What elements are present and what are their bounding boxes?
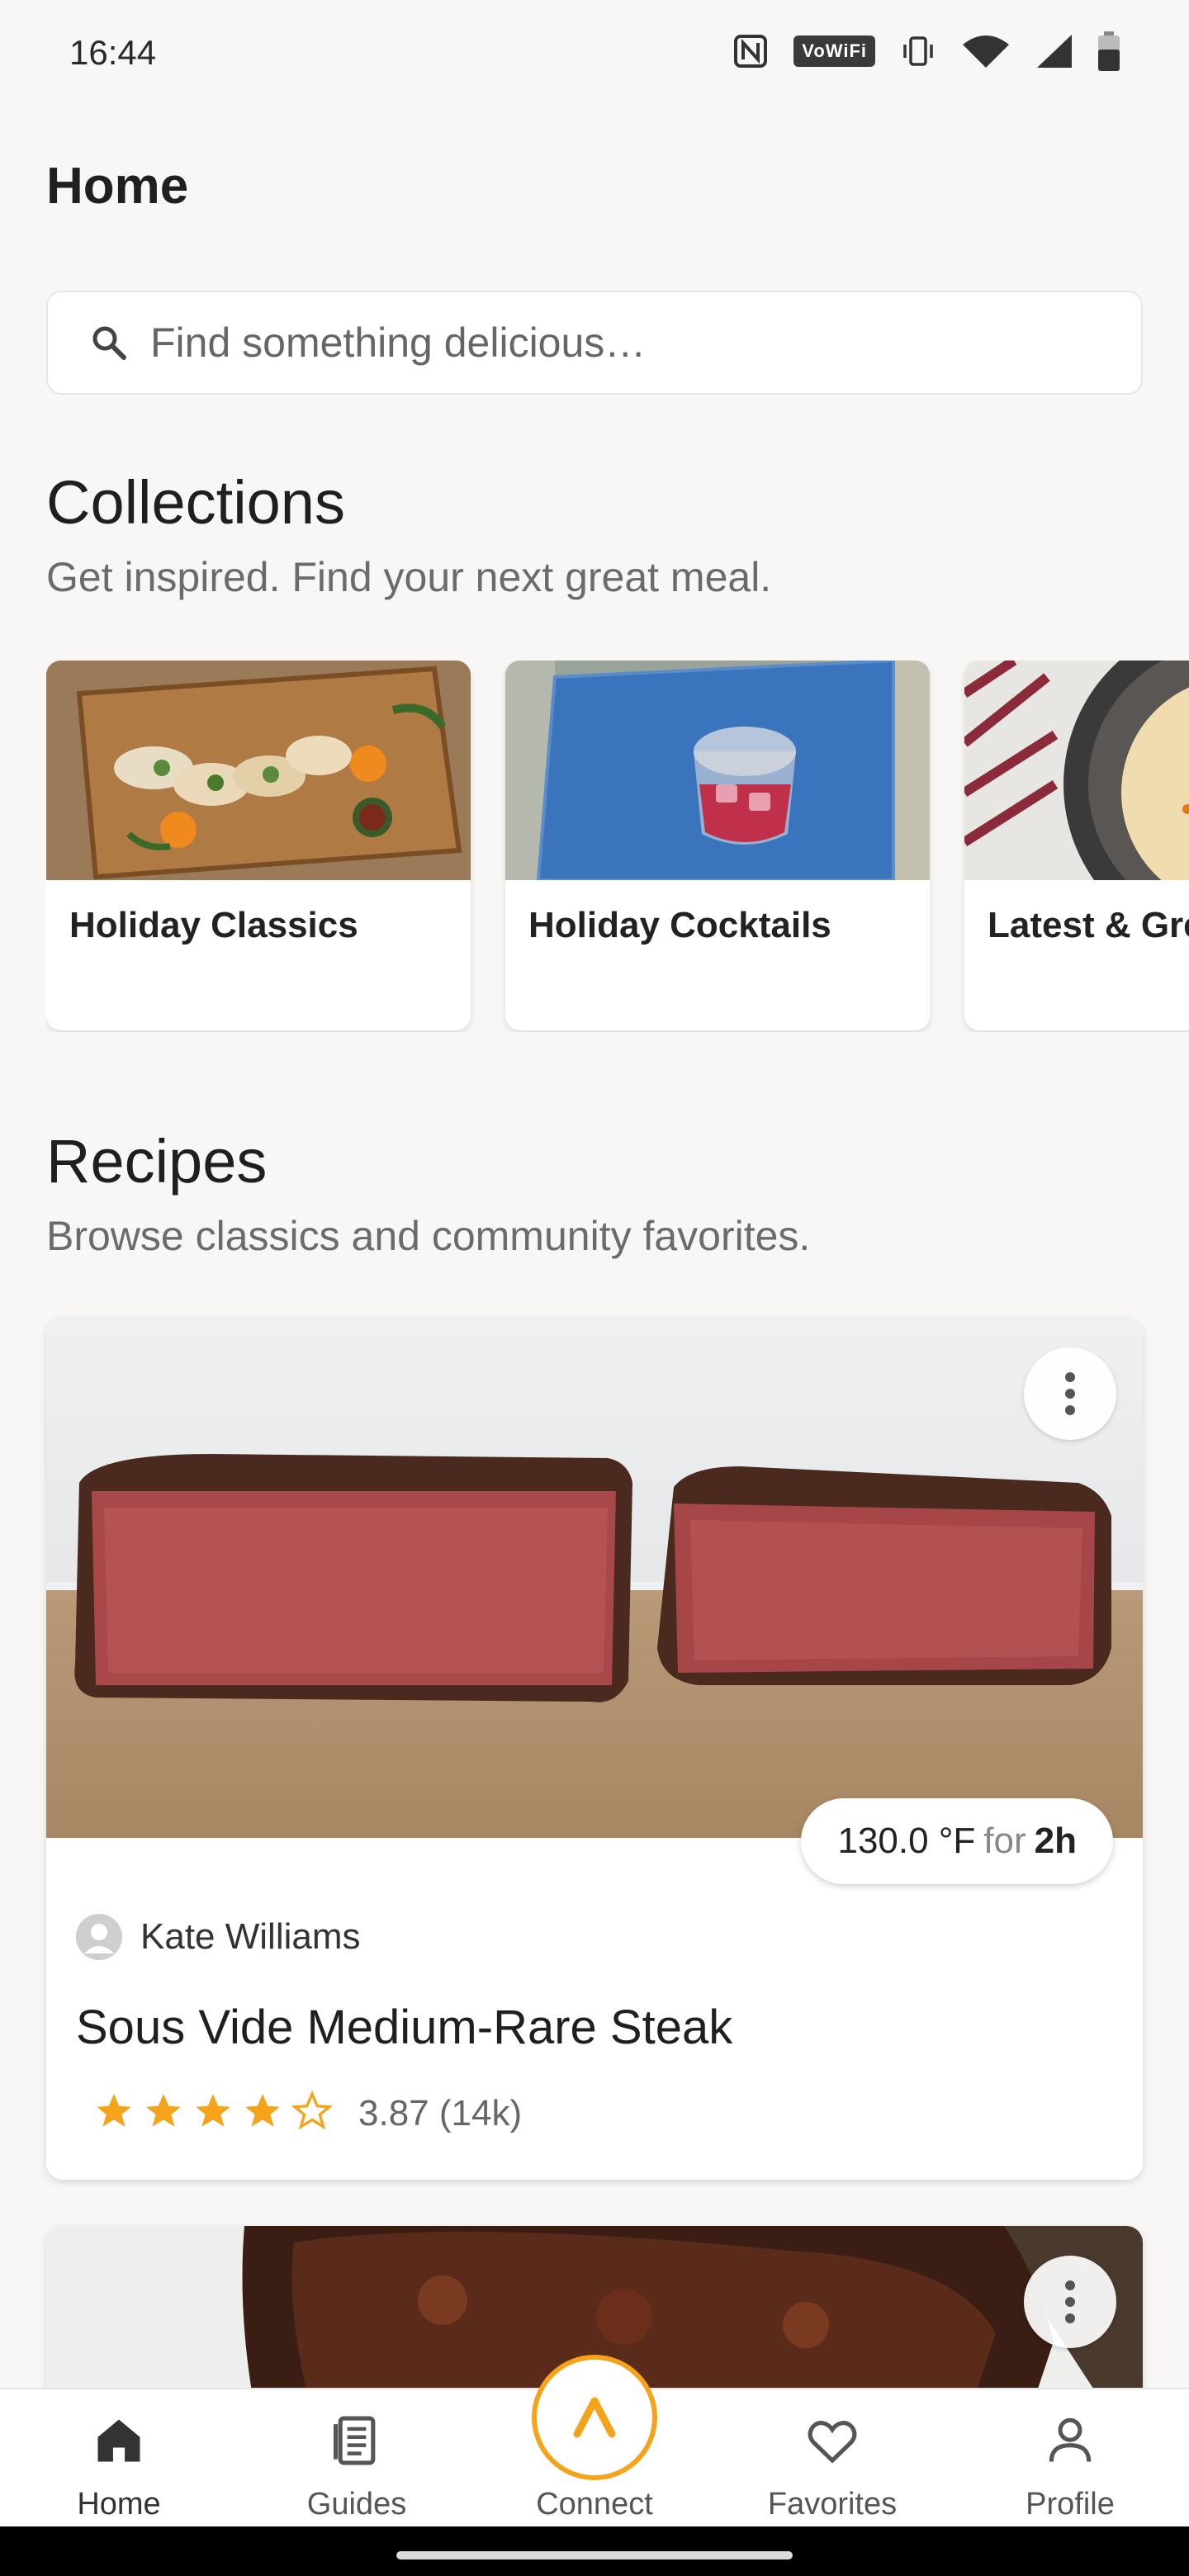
nav-label: Guides	[306, 2487, 407, 2522]
cook-temperature: 130.0 °F	[837, 1821, 976, 1861]
connect-button[interactable]	[532, 2355, 657, 2480]
cook-temp-time-badge: 130.0 °F for 2h	[801, 1798, 1113, 1884]
wifi-icon	[961, 33, 1011, 69]
status-icons: VoWiFi	[732, 31, 1120, 71]
search-bar[interactable]	[46, 291, 1143, 395]
star-icon	[241, 2091, 284, 2136]
more-vert-icon	[1065, 2280, 1075, 2323]
collection-label: Latest & Greatest	[988, 905, 1189, 945]
vowifi-badge: VoWiFi	[793, 36, 875, 67]
star-icon	[192, 2091, 234, 2136]
nav-guides[interactable]: Guides	[238, 2389, 476, 2528]
more-vert-icon	[1065, 1372, 1075, 1415]
more-options-button[interactable]	[1024, 2256, 1116, 2348]
star-icon	[142, 2091, 185, 2136]
recipe-card[interactable]: 130.0 °F for 2h Kate Williams Sous Vide …	[46, 1318, 1143, 2180]
recipe-author[interactable]: Kate Williams	[76, 1914, 361, 1960]
gesture-handle[interactable]	[396, 2551, 793, 2559]
collection-card-holiday-classics[interactable]: Holiday Classics	[46, 661, 471, 1030]
nav-profile[interactable]: Profile	[951, 2389, 1189, 2528]
collection-card-holiday-cocktails[interactable]: Holiday Cocktails	[505, 661, 930, 1030]
search-input[interactable]	[150, 319, 1100, 367]
recipe-title: Sous Vide Medium-Rare Steak	[76, 2001, 733, 2054]
avatar	[76, 1914, 122, 1960]
collection-label: Holiday Cocktails	[528, 905, 831, 945]
star-icon	[92, 2091, 135, 2136]
nav-label: Profile	[1026, 2487, 1115, 2522]
nav-label: Connect	[536, 2487, 653, 2522]
status-bar: 16:44 VoWiFi	[0, 0, 1189, 107]
collections-carousel[interactable]: Holiday Classics Holiday Cocktails Lates…	[46, 661, 1189, 1032]
more-options-button[interactable]	[1024, 1347, 1116, 1440]
nfc-icon	[732, 33, 769, 69]
collections-title: Collections	[46, 468, 345, 537]
collection-image	[46, 661, 471, 880]
recipe-image	[46, 1318, 1143, 1838]
connect-icon	[573, 2397, 616, 2438]
home-screen: 16:44 VoWiFi Home Find something delicio…	[0, 0, 1189, 2576]
cook-duration: 2h	[1034, 1821, 1077, 1861]
vibrate-icon	[900, 33, 936, 69]
collections-subtitle: Get inspired. Find your next great meal.	[46, 554, 772, 600]
nav-home[interactable]: Home	[0, 2389, 238, 2528]
guides-icon	[333, 2416, 376, 2465]
author-name: Kate Williams	[140, 1916, 361, 1957]
recipes-title: Recipes	[46, 1127, 268, 1196]
battery-icon	[1098, 31, 1120, 71]
collection-label: Holiday Classics	[69, 905, 358, 945]
collection-card-latest-greatest[interactable]: Latest & Greatest	[964, 661, 1189, 1030]
heart-icon	[808, 2421, 857, 2464]
nav-label: Favorites	[767, 2487, 898, 2522]
home-icon	[97, 2419, 140, 2462]
cook-for-label: for	[983, 1821, 1026, 1861]
collection-image	[964, 661, 1189, 880]
star-outline-icon	[291, 2090, 334, 2136]
nav-label: Home	[77, 2487, 161, 2522]
search-icon	[92, 326, 126, 360]
status-time: 16:44	[69, 33, 157, 72]
rating-text: 3.87 (14k)	[358, 2092, 523, 2133]
rating: 3.87 (14k)	[92, 2090, 523, 2136]
collection-image	[505, 661, 930, 880]
person-icon	[1049, 2417, 1092, 2462]
signal-icon	[1035, 33, 1073, 69]
page-title: Home	[46, 158, 189, 215]
nav-favorites[interactable]: Favorites	[713, 2389, 951, 2528]
recipes-subtitle: Browse classics and community favorites.	[46, 1213, 811, 1259]
